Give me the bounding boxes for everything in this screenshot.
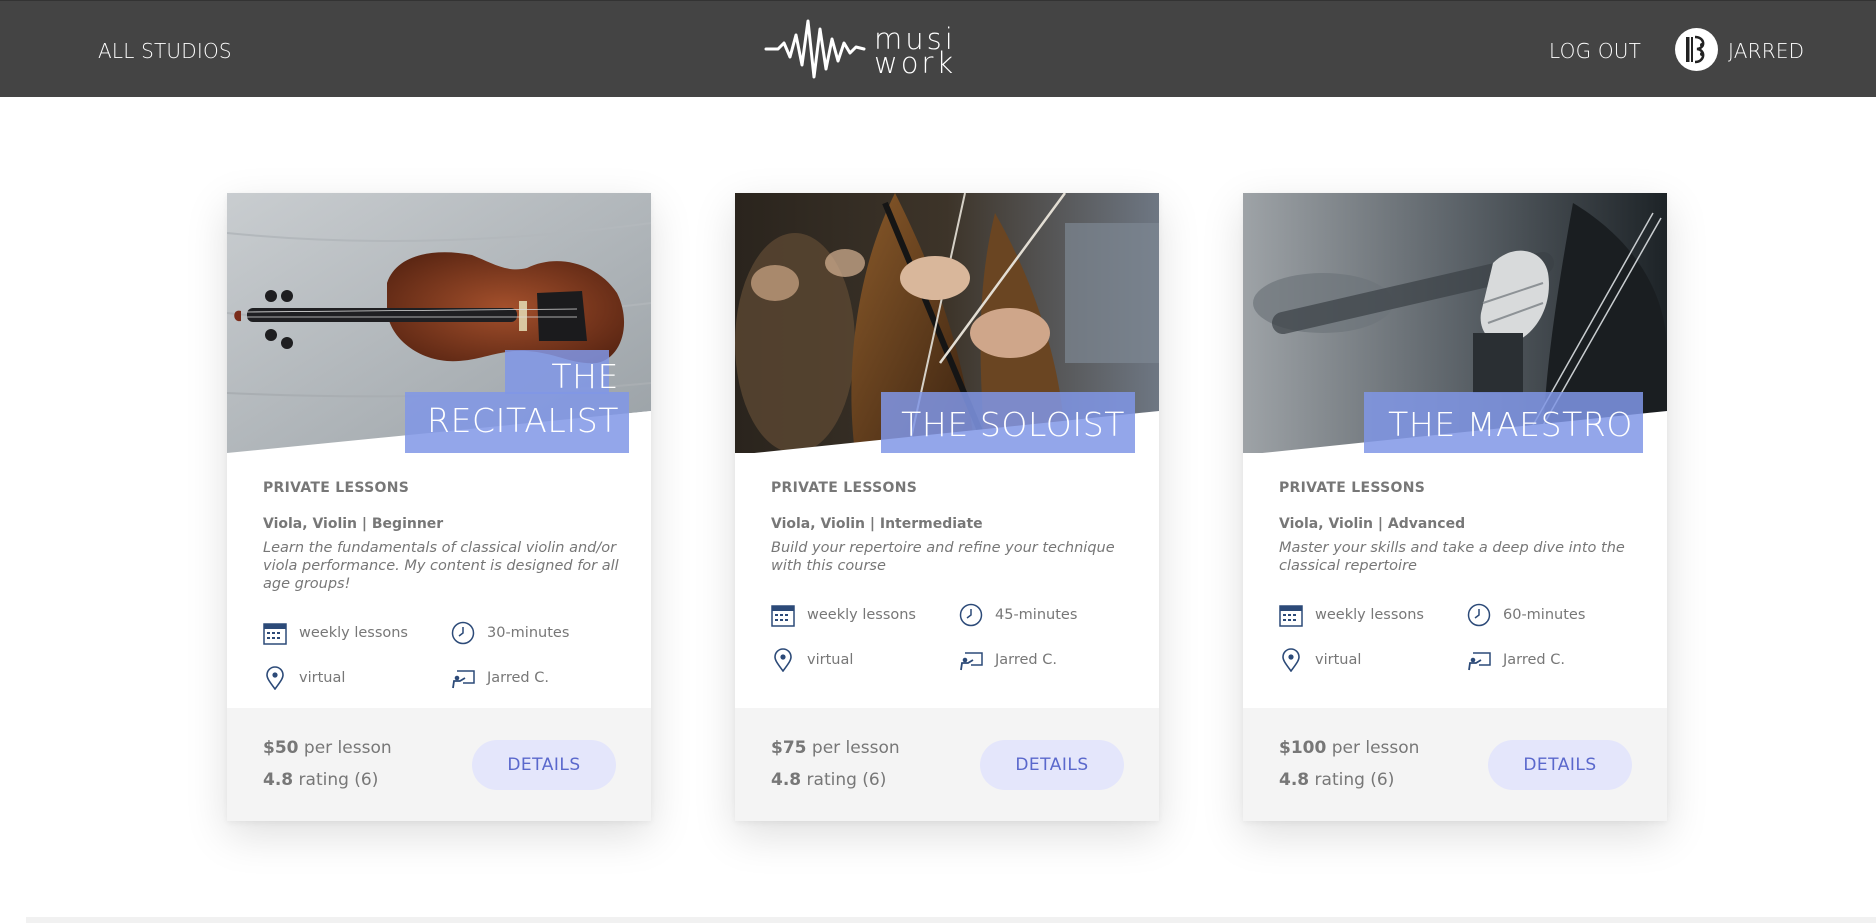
course-card-maestro: THE MAESTRO PRIVATE LESSONS Viola, Violi… (1243, 193, 1667, 821)
meta-teacher: Jarred C. (1467, 648, 1565, 672)
course-card-recitalist: THE RECITALIST PRIVATE LESSONS Viola, Vi… (227, 193, 651, 821)
location-pin-icon (266, 666, 284, 690)
card-price: $75 per lesson (771, 738, 900, 758)
card-level: Viola, Violin | Beginner (263, 516, 444, 532)
card-level: Viola, Violin | Intermediate (771, 516, 983, 532)
calendar-icon (771, 605, 795, 627)
avatar-clef-icon (1686, 35, 1705, 64)
location-pin-icon (774, 648, 792, 672)
meta-frequency: weekly lessons (263, 621, 408, 645)
card-rating: 4.8 rating (6) (1279, 770, 1395, 790)
card-rating: 4.8 rating (6) (263, 770, 379, 790)
location-pin-icon (1282, 648, 1300, 672)
meta-teacher: Jarred C. (959, 648, 1057, 672)
all-studios-link[interactable]: ALL STUDIOS (98, 39, 232, 63)
calendar-icon (1279, 605, 1303, 627)
card-body: PRIVATE LESSONS Viola, Violin | Advanced… (1279, 480, 1639, 575)
card-image-cellos: THE SOLOIST (735, 193, 1159, 453)
card-title: THE SOLOIST (901, 405, 1125, 444)
meta-location: virtual (263, 666, 345, 690)
teacher-board-icon (452, 670, 475, 689)
details-button[interactable]: DETAILS (1488, 740, 1632, 790)
teacher-board-icon (960, 652, 983, 671)
card-body: PRIVATE LESSONS Viola, Violin | Intermed… (771, 480, 1131, 575)
avatar[interactable] (1675, 28, 1718, 71)
logout-link[interactable]: LOG OUT (1549, 39, 1641, 63)
card-footer: $75 per lesson 4.8 rating (6) DETAILS (735, 708, 1159, 821)
card-title: THE MAESTRO (1388, 405, 1633, 444)
card-image-violinist: THE MAESTRO (1243, 193, 1667, 453)
musiwork-logo[interactable]: musi work (764, 13, 974, 85)
course-card-soloist: THE SOLOIST PRIVATE LESSONS Viola, Violi… (735, 193, 1159, 821)
teacher-board-icon (1468, 652, 1491, 671)
card-footer: $100 per lesson 4.8 rating (6) DETAILS (1243, 708, 1667, 821)
card-category: PRIVATE LESSONS (263, 480, 410, 496)
card-category: PRIVATE LESSONS (1279, 480, 1426, 496)
meta-location: virtual (1279, 648, 1361, 672)
card-body: PRIVATE LESSONS Viola, Violin | Beginner… (263, 480, 623, 593)
card-description: Learn the fundamentals of classical viol… (263, 540, 619, 592)
clock-icon (959, 603, 983, 627)
card-rating: 4.8 rating (6) (771, 770, 887, 790)
card-title: THE RECITALIST (427, 357, 619, 440)
clock-icon (1467, 603, 1491, 627)
username-link[interactable]: JARRED (1728, 39, 1804, 63)
meta-location: virtual (771, 648, 853, 672)
card-level: Viola, Violin | Advanced (1279, 516, 1466, 532)
calendar-icon (263, 623, 287, 645)
page-footer-divider (26, 917, 1876, 923)
meta-frequency: weekly lessons (1279, 603, 1424, 627)
meta-duration: 30-minutes (451, 621, 569, 645)
meta-duration: 45-minutes (959, 603, 1077, 627)
card-price: $50 per lesson (263, 738, 392, 758)
card-image-violin: THE RECITALIST (227, 193, 651, 453)
card-price: $100 per lesson (1279, 738, 1420, 758)
meta-frequency: weekly lessons (771, 603, 916, 627)
card-footer: $50 per lesson 4.8 rating (6) DETAILS (227, 708, 651, 821)
top-navigation-bar: ALL STUDIOS musi work LOG OUT JARRED (0, 0, 1876, 97)
clock-icon (451, 621, 475, 645)
details-button[interactable]: DETAILS (980, 740, 1124, 790)
waveform-logo-icon (764, 19, 866, 79)
card-description: Build your repertoire and refine your te… (771, 540, 1115, 574)
card-description: Master your skills and take a deep dive … (1279, 540, 1625, 574)
meta-teacher: Jarred C. (451, 666, 549, 690)
details-button[interactable]: DETAILS (472, 740, 616, 790)
meta-duration: 60-minutes (1467, 603, 1585, 627)
logo-word-bottom: work (874, 46, 957, 80)
card-category: PRIVATE LESSONS (771, 480, 918, 496)
